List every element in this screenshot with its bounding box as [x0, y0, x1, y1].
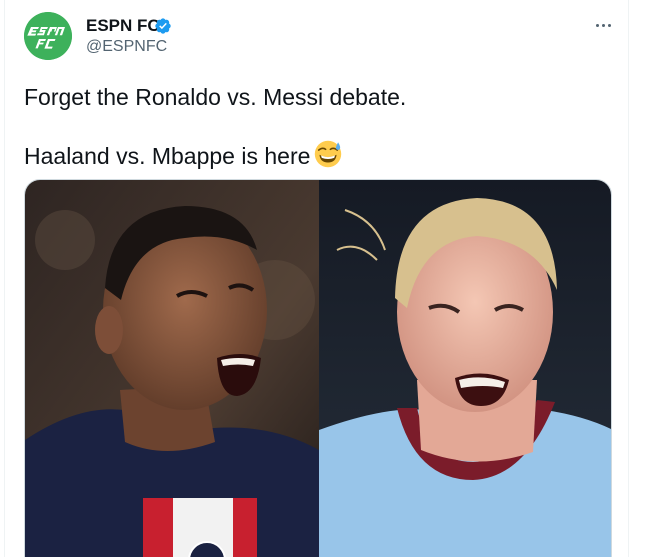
tweet-text-line-2-content: Haaland vs. Mbappe is here [24, 143, 311, 169]
more-dots-icon [601, 23, 605, 27]
timeline-divider-right [628, 0, 629, 557]
timeline-divider-left [4, 0, 5, 557]
more-options-button[interactable] [588, 14, 618, 36]
left-photo-panel [25, 180, 319, 557]
display-name[interactable]: ESPN FC [86, 16, 160, 36]
tweet-text-line-2: Haaland vs. Mbappe is here [24, 140, 342, 170]
tweet-card[interactable]: ESPN FC @ESPNFC Forget the Ronaldo vs. M… [0, 0, 650, 557]
verified-badge-icon [155, 18, 171, 34]
grinning-face-with-sweat-icon [315, 140, 342, 168]
more-dots-icon [607, 23, 611, 27]
photo-collage [25, 180, 611, 557]
handle[interactable]: @ESPNFC [86, 38, 167, 56]
espn-fc-logo-icon [24, 12, 72, 60]
tweet-media-image[interactable] [24, 179, 612, 557]
tweet-text-line-1: Forget the Ronaldo vs. Messi debate. [24, 84, 407, 110]
more-dots-icon [595, 23, 599, 27]
right-photo-panel [319, 180, 611, 557]
avatar[interactable] [24, 12, 72, 60]
